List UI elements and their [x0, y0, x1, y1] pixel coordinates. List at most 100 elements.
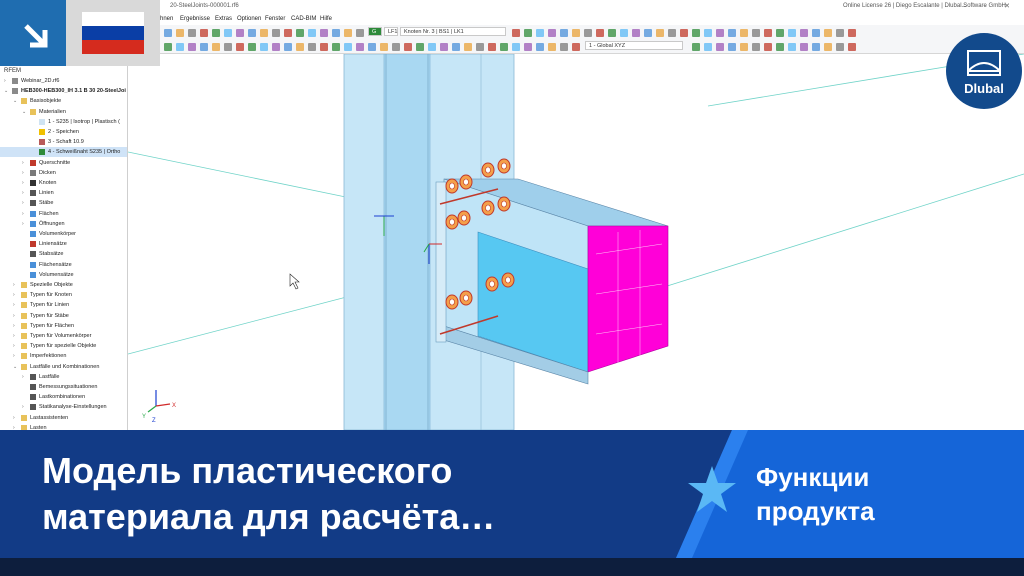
- toolbar-tool-icon[interactable]: [344, 43, 352, 51]
- toolbar-tool-icon[interactable]: [848, 43, 856, 51]
- toolbar-tool-icon[interactable]: [836, 43, 844, 51]
- expand-toggle-icon[interactable]: ›: [13, 300, 15, 310]
- expand-toggle-icon[interactable]: ›: [22, 198, 24, 208]
- expand-toggle-icon[interactable]: ›: [13, 331, 15, 341]
- toolbar-tool-icon[interactable]: [788, 29, 796, 37]
- expand-toggle-icon[interactable]: ⌄: [13, 96, 17, 106]
- coord-system-select[interactable]: 1 - Global XYZ: [585, 41, 683, 50]
- toolbar-tool-icon[interactable]: [308, 29, 316, 37]
- toolbar-tool-icon[interactable]: [344, 29, 352, 37]
- toolbar-tool-icon[interactable]: [512, 29, 520, 37]
- toolbar-tool-icon[interactable]: [824, 29, 832, 37]
- toolbar-tool-icon[interactable]: [548, 29, 556, 37]
- expand-toggle-icon[interactable]: ›: [13, 423, 15, 430]
- toolbar-tool-icon[interactable]: [356, 29, 364, 37]
- toolbar-tool-icon[interactable]: [692, 29, 700, 37]
- menu-item[interactable]: CAD-BIM: [291, 13, 316, 25]
- toolbar-tool-icon[interactable]: [716, 29, 724, 37]
- expand-toggle-icon[interactable]: ›: [13, 321, 15, 331]
- expand-toggle-icon[interactable]: ›: [22, 372, 24, 382]
- toolbar-tool-icon[interactable]: [740, 29, 748, 37]
- toolbar-tool-icon[interactable]: [788, 43, 796, 51]
- toolbar-tool-icon[interactable]: [500, 43, 508, 51]
- toolbar-tool-icon[interactable]: [272, 43, 280, 51]
- toolbar-tool-icon[interactable]: [284, 29, 292, 37]
- toolbar-tool-icon[interactable]: [188, 43, 196, 51]
- toolbar-tool-icon[interactable]: [212, 29, 220, 37]
- expand-toggle-icon[interactable]: ›: [22, 158, 24, 168]
- navigator-item[interactable]: 4 - Schweißnaht S235 | Ortho: [0, 147, 127, 158]
- menu-item[interactable]: Optionen: [237, 13, 261, 25]
- toolbar-tool-icon[interactable]: [236, 43, 244, 51]
- toolbar-tool-icon[interactable]: [200, 43, 208, 51]
- toolbar-tool-icon[interactable]: [656, 29, 664, 37]
- toolbar-tool-icon[interactable]: [608, 29, 616, 37]
- toolbar-tool-icon[interactable]: [296, 43, 304, 51]
- expand-toggle-icon[interactable]: ›: [22, 402, 24, 412]
- toolbar-tool-icon[interactable]: [224, 29, 232, 37]
- toolbar-tool-icon[interactable]: [776, 29, 784, 37]
- menu-item[interactable]: Ergebnisse: [180, 13, 210, 25]
- toolbar-tool-icon[interactable]: [308, 43, 316, 51]
- toolbar-tool-icon[interactable]: [812, 43, 820, 51]
- toolbar-tool-icon[interactable]: [236, 29, 244, 37]
- toolbar-tool-icon[interactable]: [692, 43, 700, 51]
- loadcase-tag[interactable]: G: [368, 27, 382, 36]
- expand-toggle-icon[interactable]: ›: [13, 341, 15, 351]
- toolbar-tool-icon[interactable]: [368, 43, 376, 51]
- toolbar-tool-icon[interactable]: [740, 43, 748, 51]
- expand-toggle-icon[interactable]: ›: [13, 290, 15, 300]
- toolbar-tool-icon[interactable]: [296, 29, 304, 37]
- toolbar-tool-icon[interactable]: [464, 43, 472, 51]
- toolbar-tool-icon[interactable]: [248, 29, 256, 37]
- model-3d-view[interactable]: X Y Z: [128, 54, 1024, 430]
- toolbar-tool-icon[interactable]: [752, 29, 760, 37]
- expand-toggle-icon[interactable]: ⌄: [22, 107, 26, 117]
- expand-toggle-icon[interactable]: ›: [22, 219, 24, 229]
- toolbar-tool-icon[interactable]: [224, 43, 232, 51]
- toolbar-tool-icon[interactable]: [524, 29, 532, 37]
- expand-toggle-icon[interactable]: ›: [22, 188, 24, 198]
- toolbar-tool-icon[interactable]: [332, 29, 340, 37]
- model-viewport[interactable]: X Y Z: [128, 54, 1024, 430]
- toolbar-tool-icon[interactable]: [176, 29, 184, 37]
- expand-toggle-icon[interactable]: ›: [22, 168, 24, 178]
- toolbar-tool-icon[interactable]: [416, 43, 424, 51]
- toolbar-tool-icon[interactable]: [560, 43, 568, 51]
- toolbar-tool-icon[interactable]: [428, 43, 436, 51]
- toolbar-tool-icon[interactable]: [212, 43, 220, 51]
- toolbar-tool-icon[interactable]: [728, 29, 736, 37]
- expand-toggle-icon[interactable]: ›: [13, 413, 15, 423]
- expand-toggle-icon[interactable]: ›: [22, 178, 24, 188]
- toolbar-tool-icon[interactable]: [536, 43, 544, 51]
- menu-item[interactable]: hnen: [160, 13, 173, 25]
- toolbar-tool-icon[interactable]: [356, 43, 364, 51]
- toolbar-tool-icon[interactable]: [380, 43, 388, 51]
- toolbar-tool-icon[interactable]: [392, 43, 400, 51]
- toolbar-tool-icon[interactable]: [632, 29, 640, 37]
- toolbar-tool-icon[interactable]: [572, 43, 580, 51]
- expand-toggle-icon[interactable]: ⌄: [13, 362, 17, 372]
- toolbar-tool-icon[interactable]: [536, 29, 544, 37]
- toolbar-tool-icon[interactable]: [824, 43, 832, 51]
- expand-toggle-icon[interactable]: ›: [13, 351, 15, 361]
- toolbar-tool-icon[interactable]: [800, 43, 808, 51]
- toolbar-tool-icon[interactable]: [764, 43, 772, 51]
- toolbar-tool-icon[interactable]: [164, 29, 172, 37]
- toolbar-tool-icon[interactable]: [260, 29, 268, 37]
- toolbar-tool-icon[interactable]: [176, 43, 184, 51]
- toolbar-tool-icon[interactable]: [320, 29, 328, 37]
- toolbar-tool-icon[interactable]: [512, 43, 520, 51]
- menu-item[interactable]: Hilfe: [320, 13, 332, 25]
- toolbar-tool-icon[interactable]: [200, 29, 208, 37]
- toolbar-tool-icon[interactable]: [404, 43, 412, 51]
- toolbar-tool-icon[interactable]: [524, 43, 532, 51]
- toolbar-tool-icon[interactable]: [848, 29, 856, 37]
- toolbar-tool-icon[interactable]: [620, 29, 628, 37]
- toolbar-tool-icon[interactable]: [248, 43, 256, 51]
- toolbar-tool-icon[interactable]: [800, 29, 808, 37]
- toolbar-tool-icon[interactable]: [572, 29, 580, 37]
- menu-item[interactable]: Fenster: [265, 13, 285, 25]
- toolbar-tool-icon[interactable]: [332, 43, 340, 51]
- toolbar-tool-icon[interactable]: [272, 29, 280, 37]
